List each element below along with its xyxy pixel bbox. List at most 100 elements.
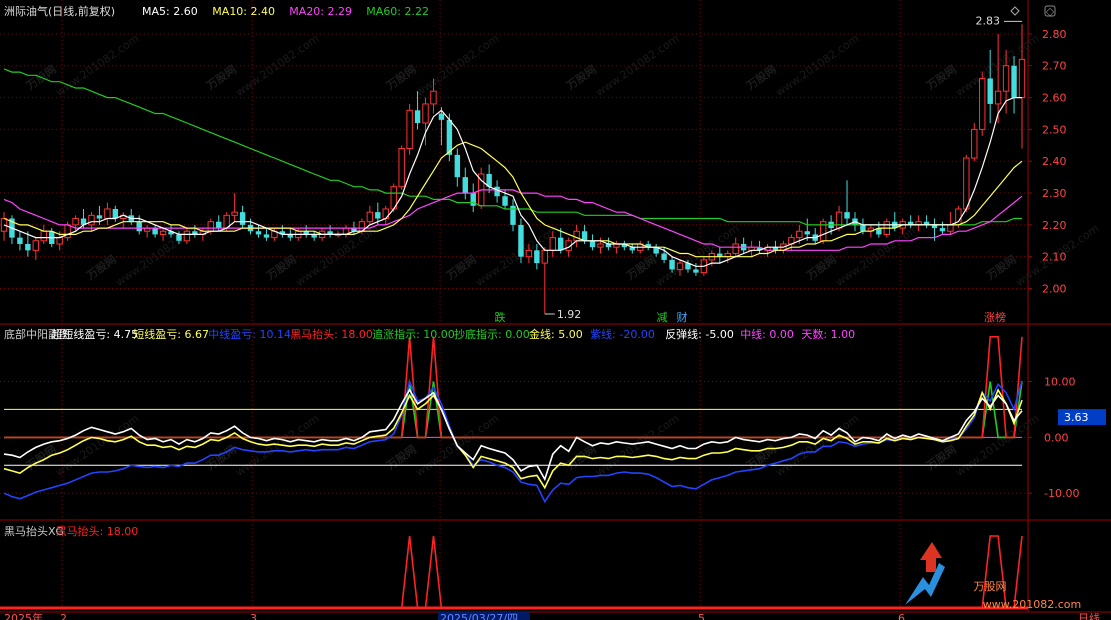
bottom-axis-label: 5 <box>698 612 705 620</box>
ma10-line <box>3 141 1023 258</box>
indicator-tick-label: 10.00 <box>1044 375 1076 388</box>
price-tick-label: 2.00 <box>1042 283 1067 296</box>
ma-legend-item: MA60: 2.22 <box>366 5 429 18</box>
candle-down <box>581 231 588 241</box>
candle-up <box>32 240 40 251</box>
candle-up <box>963 157 970 210</box>
indicator-legend-item: 追涨指示: 10.00 <box>372 327 455 341</box>
ma-legend-item: MA20: 2.29 <box>289 5 352 18</box>
candle-up <box>422 103 429 124</box>
indicator-legend-item: 中线: 0.00 <box>740 327 794 341</box>
candle-up <box>525 249 533 258</box>
candle-down <box>1011 65 1017 98</box>
candle-down <box>454 154 461 178</box>
candle-up <box>88 214 95 226</box>
candle-up <box>835 211 843 229</box>
candle-up <box>366 211 374 223</box>
candle-down <box>255 231 262 235</box>
candle-up <box>732 243 739 255</box>
candle-up <box>430 90 437 105</box>
watermark-url: www.201082.com <box>53 412 141 479</box>
indicator-legend-item: 天数: 1.00 <box>801 328 855 341</box>
candle-up <box>541 249 549 264</box>
indicator-legend-item: 中线盈亏: 10.14 <box>208 327 291 341</box>
price-panel[interactable]: 2.83 1.92 跌 减财 涨榜 <box>0 14 1026 324</box>
candle-up <box>40 230 47 242</box>
high-price-label: 2.83 <box>976 14 1001 27</box>
signal-label: 财 <box>677 310 688 324</box>
candle-down <box>438 113 445 120</box>
candle-down <box>669 259 675 270</box>
candle-down <box>136 221 142 232</box>
candle-up <box>597 243 604 248</box>
watermark-url: www.201082.com <box>593 412 681 479</box>
candle-up <box>549 237 556 251</box>
watermarks: 万股网www.201082.com 万股网www.201082.com 万股网www… <box>23 32 1101 479</box>
candle-up <box>979 77 986 130</box>
candle-up <box>104 208 111 220</box>
candle-up <box>159 230 167 235</box>
bottom-axis-label: 6 <box>898 612 905 620</box>
indicator-tick-label: -10.00 <box>1044 487 1079 500</box>
candle-down <box>176 234 182 241</box>
candle-down <box>17 237 23 244</box>
bottom-axis-label: 2025年 <box>4 611 43 620</box>
candle-down <box>518 224 524 257</box>
candle-up <box>56 237 63 245</box>
indicator-legend-item: 短线盈亏: 6.67 <box>133 327 209 341</box>
price-tick-label: 2.40 <box>1042 155 1067 168</box>
candle-down <box>844 212 850 219</box>
candle-down <box>534 250 540 264</box>
bottom-axis-label: 日线 <box>1078 611 1100 620</box>
candle-down <box>25 243 31 251</box>
brand-logo-text: 万股网 <box>974 580 1007 593</box>
indicator-legend-item: 金线: 5.00 <box>529 327 583 341</box>
candle-down <box>804 231 810 235</box>
price-tick-label: 2.70 <box>1042 60 1067 73</box>
price-title: 洲际油气(日线,前复权) <box>4 4 115 18</box>
low-price-label: 1.92 <box>557 308 582 321</box>
candle-down <box>987 78 993 104</box>
candle-up <box>994 90 1002 105</box>
candle-down <box>502 196 508 206</box>
legends: 洲际油气(日线,前复权) MA5: 2.60 MA10: 2.40 MA20: 2.2… <box>4 4 1100 620</box>
candle-down <box>661 253 667 260</box>
candle-up <box>971 128 978 159</box>
candle-up <box>1002 65 1010 92</box>
indicator-legend-item: 黑马抬头: 18.00 <box>290 327 373 341</box>
price-tick-label: 2.30 <box>1042 187 1067 200</box>
candle-down <box>375 212 381 219</box>
ma-legend-item: MA5: 2.60 <box>142 5 198 18</box>
price-tick-label: 2.10 <box>1042 251 1067 264</box>
candle-up <box>796 230 803 239</box>
candle-up <box>183 230 191 242</box>
candle-down <box>558 237 564 251</box>
signal-label: 减 <box>657 311 668 324</box>
bottom-axis-label: 2025/03/27/四 <box>440 612 518 620</box>
indicator-legend-item: 抄底指示: 0.00 <box>454 327 530 341</box>
candle-down <box>494 186 500 197</box>
signal-label: 涨榜 <box>984 310 1006 324</box>
watermark-url: www.201082.com <box>473 222 561 289</box>
indicator-tick-label: 0.00 <box>1044 431 1069 444</box>
diamond-icon <box>1010 6 1020 16</box>
candle-down <box>96 215 103 219</box>
stock-chart[interactable]: 万股网www.201082.com 万股网www.201082.com 万股网www… <box>0 0 1111 620</box>
candle-down <box>414 110 421 124</box>
indicator-legend-item: 反弹线: -5.00 <box>665 327 734 341</box>
grid-lines <box>0 0 1111 613</box>
candle-down <box>693 269 699 273</box>
candle-up <box>947 224 954 232</box>
candle-up <box>398 147 405 188</box>
candle-down <box>462 177 468 194</box>
brand-logo-url: www.201082.com <box>983 598 1081 611</box>
candle-up <box>676 262 684 270</box>
price-tick-label: 2.20 <box>1042 219 1067 232</box>
price-tick-label: 2.50 <box>1042 123 1067 136</box>
candle-down <box>239 212 246 225</box>
xg-legend-item: 黑马抬头: 18.00 <box>56 524 139 538</box>
xg-panel[interactable] <box>0 535 1028 610</box>
ma-legend-item: MA10: 2.40 <box>212 5 275 18</box>
candle-down <box>216 221 222 229</box>
indicator-panel[interactable] <box>3 335 1023 504</box>
